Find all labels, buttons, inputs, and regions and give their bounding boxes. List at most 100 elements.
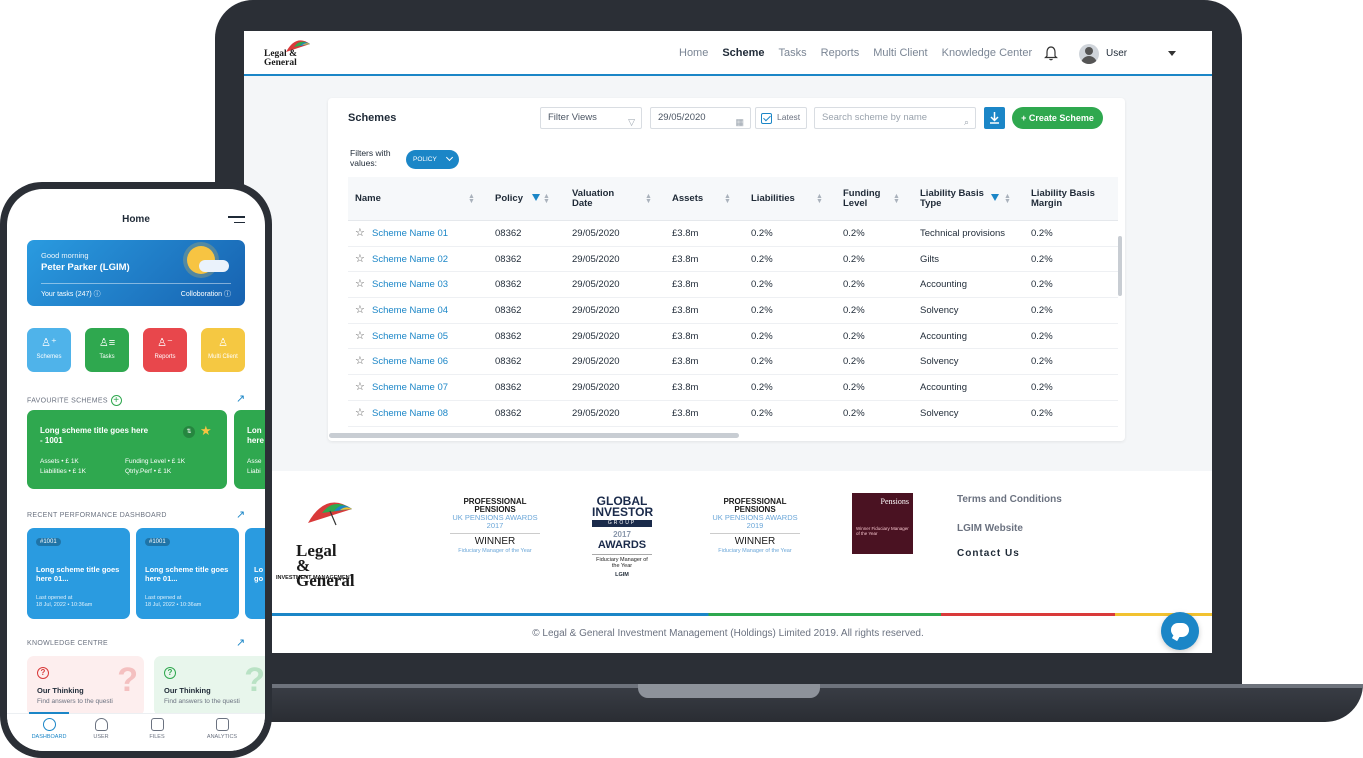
latest-toggle[interactable]: Latest — [755, 107, 807, 129]
tile-tasks[interactable]: ♙≡ Tasks — [85, 328, 129, 372]
knowledge-card[interactable]: ? ? Our Thinking Find answers to the que… — [27, 656, 144, 716]
scheme-name-link[interactable]: Scheme Name 06 — [372, 349, 448, 375]
col-valuation-date[interactable]: Valuation Date — [572, 177, 632, 221]
col-assets[interactable]: Assets — [672, 177, 703, 221]
favourite-star-icon[interactable]: ☆ — [355, 407, 365, 419]
knowledge-card[interactable]: ? ? Our Thinking Find answers to the que… — [154, 656, 265, 716]
table-cell: 29/05/2020 — [572, 356, 620, 368]
col-liabilities[interactable]: Liabilities — [751, 177, 795, 221]
tab-analytics-label: ANALYTICS — [206, 734, 238, 740]
date-picker[interactable]: 29/05/2020 ▦ — [650, 107, 751, 129]
favourite-star-icon[interactable]: ☆ — [355, 356, 365, 367]
table-cell: 0.2% — [843, 382, 865, 394]
tab-dashboard[interactable]: DASHBOARD — [19, 714, 79, 740]
filter-active-icon[interactable] — [991, 194, 999, 201]
performance-card-peek[interactable]: Lo go — [245, 528, 265, 619]
performance-card[interactable]: #1001 Long scheme title goes here 01... … — [27, 528, 130, 619]
nav-scheme[interactable]: Scheme — [715, 31, 772, 76]
scheme-name-link[interactable]: Scheme Name 02 — [372, 247, 448, 273]
arrow-up-right-icon[interactable]: ↗ — [236, 636, 245, 649]
sort-icon[interactable]: ▲ ▼ — [816, 193, 823, 205]
filter-active-icon[interactable] — [532, 194, 540, 201]
table-row[interactable]: ☆ Scheme Name 04 08362 29/05/2020 £3.8m 0.2% 0… — [348, 298, 1118, 324]
tile-schemes[interactable]: ♙⁺ Schemes — [27, 328, 71, 372]
scheme-name-link[interactable]: Scheme Name 01 — [372, 221, 448, 247]
vertical-scrollbar[interactable] — [1118, 236, 1122, 296]
search-scheme-input[interactable]: Search scheme by name ⌕ — [814, 107, 976, 129]
terms-link[interactable]: Terms and Conditions — [957, 494, 1062, 505]
scheme-name-link[interactable]: Scheme Name 08 — [372, 401, 448, 427]
arrow-up-right-icon[interactable]: ↗ — [236, 392, 245, 405]
favourite-star-icon[interactable]: ☆ — [355, 330, 365, 342]
nav-tasks[interactable]: Tasks — [772, 31, 814, 76]
table-row[interactable]: ☆ Scheme Name 02 08362 29/05/2020 £3.8m 0.2% 0… — [348, 247, 1118, 273]
lgim-website-link[interactable]: LGIM Website — [957, 523, 1023, 534]
sort-icon[interactable]: ▲ ▼ — [645, 193, 652, 205]
sort-icon[interactable]: ▲ ▼ — [468, 193, 475, 205]
table-row[interactable]: ☆ Scheme Name 07 08362 29/05/2020 £3.8m 0.2% 0… — [348, 375, 1118, 401]
nav-knowledge-center[interactable]: Knowledge Center — [935, 31, 1040, 76]
favourite-star-icon[interactable]: ☆ — [355, 228, 365, 239]
contact-us-link[interactable]: Contact Us — [957, 548, 1020, 559]
create-scheme-button[interactable]: + Create Scheme — [1012, 107, 1103, 129]
multi-client-icon: ♙ — [218, 337, 228, 349]
latest-checkbox[interactable] — [761, 113, 772, 124]
table-row[interactable]: ☆ Scheme Name 03 08362 29/05/2020 £3.8m 0.2% 0… — [348, 272, 1118, 299]
col-funding-level[interactable]: Funding Level — [843, 177, 893, 221]
favourite-star-icon[interactable]: ☆ — [355, 305, 365, 316]
col-name[interactable]: Name — [355, 177, 381, 221]
favourite-star-icon[interactable]: ☆ — [355, 279, 365, 290]
nav-reports[interactable]: Reports — [814, 31, 867, 76]
table-cell: 08362 — [495, 382, 522, 394]
scheme-name-link[interactable]: Scheme Name 07 — [372, 375, 448, 401]
favourite-star-icon[interactable]: ☆ — [355, 382, 365, 393]
policy-filter-chip[interactable]: POLICY — [406, 150, 459, 169]
col-policy[interactable]: Policy — [495, 177, 523, 221]
sort-icon[interactable]: ▲ ▼ — [724, 193, 731, 205]
table-cell: 0.2% — [843, 253, 865, 265]
tab-analytics[interactable]: ANALYTICS — [192, 714, 252, 740]
sort-icon[interactable]: ▲ ▼ — [543, 193, 550, 205]
chevron-down-icon[interactable] — [1168, 51, 1176, 56]
arrow-up-right-icon[interactable]: ↗ — [236, 508, 245, 521]
tab-user[interactable]: USER — [71, 714, 131, 740]
tab-files-label: FILES — [149, 734, 165, 740]
scheme-name-link[interactable]: Scheme Name 03 — [372, 272, 448, 298]
table-row[interactable]: ☆ Scheme Name 05 08362 29/05/2020 £3.8m 0.2% 0… — [348, 324, 1118, 350]
col-liability-basis-type[interactable]: Liability Basis Type — [920, 177, 985, 221]
col-liability-basis-margin[interactable]: Liability Basis Margin — [1031, 177, 1101, 221]
bell-icon[interactable] — [1044, 46, 1058, 61]
performance-card[interactable]: #1001 Long scheme title goes here 01... … — [136, 528, 239, 619]
favourite-scheme-card[interactable]: Long scheme title goes here - 1001 ⇅ ★ A… — [27, 410, 227, 489]
table-row[interactable]: ☆ Scheme Name 08 08362 29/05/2020 £3.8m 0.2% 0… — [348, 401, 1118, 427]
download-button[interactable] — [984, 107, 1005, 129]
horizontal-scrollbar[interactable] — [329, 433, 739, 438]
user-avatar[interactable] — [1079, 44, 1099, 64]
table-row[interactable]: ☆ Scheme Name 06 08362 29/05/2020 £3.8m 0.2% 0… — [348, 349, 1118, 376]
tile-reports[interactable]: ♙⁻ Reports — [143, 328, 187, 372]
favourite-scheme-card-peek[interactable]: Lon here Asse Liabi — [234, 410, 265, 489]
filter-views-dropdown[interactable]: Filter Views ▽ — [540, 107, 642, 129]
table-row[interactable]: ☆ Scheme Name 01 08362 29/05/2020 £3.8m 0.2% 0… — [348, 221, 1118, 247]
sort-icon[interactable]: ▲ ▼ — [1004, 193, 1011, 205]
sort-icon[interactable]: ▲ ▼ — [893, 193, 900, 205]
brand-logo[interactable]: Legal & General — [264, 38, 312, 70]
scheme-name-link[interactable]: Scheme Name 05 — [372, 324, 448, 350]
table-cell: 0.2% — [751, 382, 773, 394]
user-name[interactable]: User — [1106, 48, 1127, 59]
table-body: ☆ Scheme Name 01 08362 29/05/2020 £3.8m 0.2% 0… — [348, 221, 1118, 427]
star-filled-icon[interactable]: ★ — [200, 423, 212, 439]
nav-multi-client[interactable]: Multi Client — [866, 31, 934, 76]
tab-files[interactable]: FILES — [127, 714, 187, 740]
award-title: PROFESSIONAL PENSIONS — [463, 497, 527, 514]
hamburger-menu-icon[interactable] — [228, 216, 245, 227]
add-favourite-icon[interactable]: + — [110, 395, 122, 406]
your-tasks-link[interactable]: Your tasks (247) ⓘ — [41, 289, 101, 299]
chat-button[interactable] — [1161, 612, 1199, 650]
collaboration-link[interactable]: Colloboration ⓘ — [181, 289, 231, 299]
favourite-star-icon[interactable]: ☆ — [355, 253, 365, 265]
tile-multi-client[interactable]: ♙ Multi Client — [201, 328, 245, 372]
nav-home[interactable]: Home — [672, 31, 715, 76]
swap-icon[interactable]: ⇅ — [183, 426, 195, 438]
scheme-name-link[interactable]: Scheme Name 04 — [372, 298, 448, 324]
